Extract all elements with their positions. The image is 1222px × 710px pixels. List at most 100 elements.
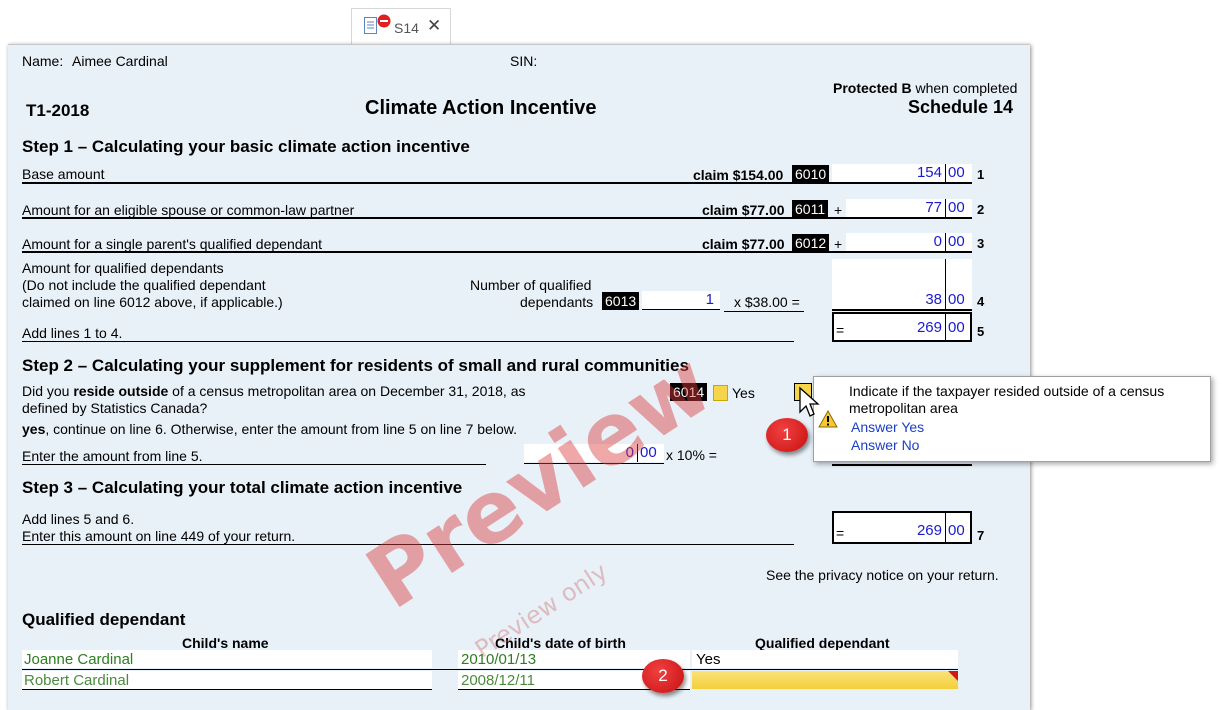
line7-dollars: 269 <box>916 522 942 539</box>
line3-number: 3 <box>977 236 985 251</box>
answer-no-link[interactable]: Answer No <box>851 437 919 453</box>
line4-label-3: claimed on line 6012 above, if applicabl… <box>22 294 283 310</box>
name-value: Aimee Cardinal <box>72 53 168 69</box>
line5-number: 5 <box>977 324 985 339</box>
line3-dollars: 0 <box>933 233 942 250</box>
line4-dollars: 38 <box>925 291 942 308</box>
step1-heading: Step 1 – Calculating your basic climate … <box>22 137 470 156</box>
line2-claim: claim $77.00 <box>702 202 785 218</box>
line2-sign: + <box>834 202 843 218</box>
line4-label-1: Amount for qualified dependants <box>22 260 224 276</box>
error-stop-icon <box>377 14 391 28</box>
dependants-count-label-2: dependants <box>520 294 594 310</box>
line3-rule <box>22 251 972 253</box>
sin-label: SIN: <box>510 53 538 69</box>
if-yes-bold: yes <box>22 421 46 437</box>
if-yes-rest: , continue on line 6. Otherwise, enter t… <box>45 421 517 437</box>
error-corner-icon <box>948 671 958 681</box>
line3-sign: + <box>834 236 843 252</box>
count-underline <box>642 309 720 310</box>
decimal-separator <box>945 199 946 217</box>
callout-badge-1: 1 <box>766 418 808 452</box>
decimal-separator <box>945 513 946 542</box>
line1-cents: 00 <box>948 164 965 181</box>
line7-number: 7 <box>977 528 985 543</box>
line3-claim: claim $77.00 <box>702 236 785 252</box>
page-title: Climate Action Incentive <box>365 97 597 119</box>
line5-dollars: 269 <box>916 319 942 336</box>
answer-yes-link[interactable]: Answer Yes <box>851 419 924 435</box>
line1-dollars: 154 <box>916 164 942 181</box>
line3-label: Amount for a single parent's qualified d… <box>22 236 322 252</box>
line6-label: Enter the amount from line 5. <box>22 448 203 464</box>
line5-cents: 00 <box>948 319 965 336</box>
dependants-count-value: 1 <box>705 291 714 308</box>
col-childs-name: Child's name <box>182 635 269 651</box>
line7-label-2: Enter this amount on line 449 of your re… <box>22 528 296 544</box>
close-icon[interactable]: ✕ <box>427 16 441 36</box>
decimal-separator <box>945 314 946 340</box>
line4-rule <box>832 309 972 311</box>
q-bold: reside outside <box>73 383 169 399</box>
line4-number: 4 <box>977 294 985 309</box>
protected-rest: when completed <box>915 80 1018 96</box>
popup-text-1: Indicate if the taxpayer resided outside… <box>849 383 1165 399</box>
line5-label: Add lines 1 to 4. <box>22 325 123 341</box>
child1-name: Joanne Cardinal <box>24 651 134 668</box>
child1-qualified: Yes <box>696 651 721 668</box>
code-6012: 6012 <box>792 234 830 252</box>
dependants-heading: Qualified dependant <box>22 610 186 629</box>
decimal-separator <box>945 164 946 182</box>
field-help-popup: Indicate if the taxpayer resided outside… <box>813 376 1211 462</box>
code-6013: 6013 <box>602 292 640 310</box>
child1-qualified-field[interactable] <box>692 650 958 668</box>
line6-result-rule <box>832 464 972 466</box>
step2-question-2: defined by Statistics Canada? <box>22 400 208 416</box>
popup-text-2: metropolitan area <box>849 400 958 416</box>
child2-dob: 2008/12/11 <box>461 672 535 689</box>
protected-notice: Protected B when completed <box>833 80 1017 96</box>
line1-claim: claim $154.00 <box>693 167 784 183</box>
line5-sign: = <box>836 322 845 338</box>
child2-qualified-field[interactable] <box>692 671 958 689</box>
form-id: T1-2018 <box>26 101 90 120</box>
line7-label-1: Add lines 5 and 6. <box>22 511 135 527</box>
step2-question-1: Did you reside outside of a census metro… <box>22 383 526 399</box>
decimal-separator <box>945 233 946 251</box>
warning-icon <box>818 410 838 428</box>
decimal-separator <box>945 259 946 309</box>
line4-multiplier: x $38.00 = <box>734 294 800 310</box>
line1-rule <box>22 182 972 184</box>
line3-cents: 00 <box>948 233 965 250</box>
q-pre: Did you <box>22 383 70 399</box>
line4-label-2: (Do not include the qualified dependant <box>22 277 266 293</box>
step3-heading: Step 3 – Calculating your total climate … <box>22 478 463 497</box>
code-6011: 6011 <box>792 200 829 218</box>
line4-cents: 00 <box>948 291 965 308</box>
line1-label: Base amount <box>22 166 105 182</box>
schedule-label: Schedule 14 <box>908 97 1014 117</box>
line2-cents: 00 <box>948 199 965 216</box>
mouse-pointer-icon <box>799 386 820 417</box>
privacy-notice: See the privacy notice on your return. <box>766 567 999 583</box>
line2-rule <box>22 217 972 219</box>
yes-label: Yes <box>732 385 755 401</box>
dependants-count-label-1: Number of qualified <box>470 277 592 293</box>
name-label: Name: <box>22 53 64 69</box>
multiplier-underline <box>724 311 804 312</box>
child2-name: Robert Cardinal <box>24 672 130 689</box>
line2-number: 2 <box>977 202 985 217</box>
row1-rule <box>22 669 958 670</box>
line7-sign: = <box>836 525 845 541</box>
code-6010: 6010 <box>792 165 830 183</box>
step2-heading: Step 2 – Calculating your supplement for… <box>22 356 689 375</box>
callout-badge-2: 2 <box>642 659 684 693</box>
document-icon <box>364 17 377 34</box>
line2-dollars: 77 <box>925 199 942 216</box>
line7-cents: 00 <box>948 522 965 539</box>
tab-label: S14 <box>394 20 419 36</box>
line2-label: Amount for an eligible spouse or common-… <box>22 202 355 218</box>
line6-rule <box>22 464 486 465</box>
line1-number: 1 <box>977 167 985 182</box>
protected-bold: Protected B <box>833 80 912 96</box>
